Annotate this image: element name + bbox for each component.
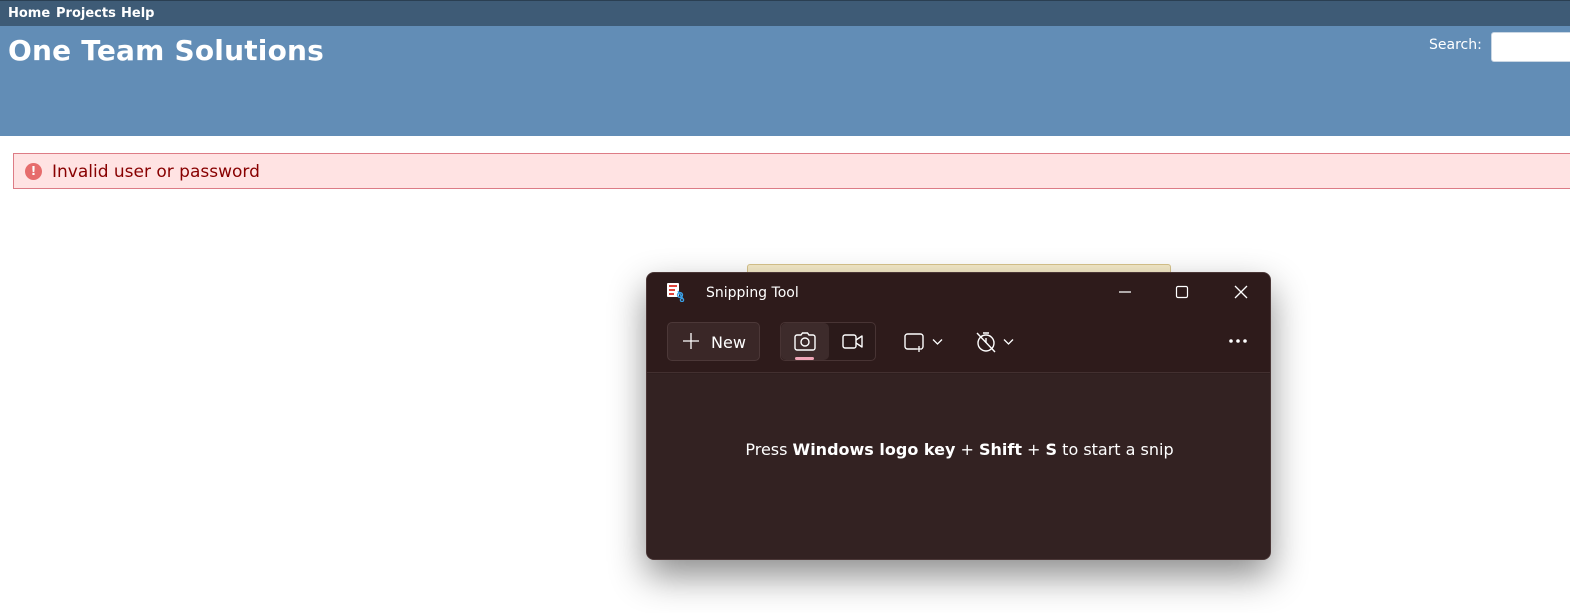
search-label: Search: (1429, 37, 1482, 53)
chevron-down-icon (932, 338, 943, 345)
site-title: One Team Solutions (8, 34, 325, 67)
video-icon (842, 334, 863, 349)
hint-key-s: S (1045, 440, 1058, 459)
site-header: One Team Solutions Search: (0, 26, 1570, 136)
more-icon (1229, 339, 1247, 343)
error-flash: ! Invalid user or password (13, 153, 1570, 189)
snip-mode-dropdown[interactable] (904, 322, 948, 361)
hint-key-shift: Shift (978, 440, 1022, 459)
plus-icon (683, 333, 699, 349)
snip-hint: Press Windows logo key + Shift + S to st… (647, 440, 1270, 459)
nav-home-link[interactable]: Home (8, 6, 50, 21)
app-icon (667, 283, 685, 302)
minimize-button[interactable] (1096, 273, 1154, 311)
active-mode-indicator (795, 357, 814, 360)
hint-prefix: Press (745, 440, 793, 459)
window-title: Snipping Tool (706, 285, 799, 301)
new-label: New (711, 333, 746, 352)
close-button[interactable] (1212, 273, 1270, 311)
maximize-icon (1175, 285, 1189, 299)
nav-projects-link[interactable]: Projects (56, 6, 116, 21)
nav-help-link[interactable]: Help (121, 6, 154, 21)
close-icon (1234, 285, 1248, 299)
error-icon: ! (25, 163, 42, 180)
error-message: Invalid user or password (52, 162, 260, 182)
window-titlebar[interactable]: Snipping Tool (647, 273, 1270, 313)
search-input[interactable] (1491, 32, 1570, 62)
more-options-button[interactable] (1221, 331, 1255, 351)
timer-off-icon (976, 331, 996, 352)
minimize-icon (1119, 291, 1131, 293)
snip-canvas-area: Press Windows logo key + Shift + S to st… (647, 374, 1270, 559)
camera-icon (794, 332, 816, 351)
maximize-button[interactable] (1153, 273, 1211, 311)
hint-key-windows: Windows logo key (792, 440, 956, 459)
video-mode-button[interactable] (829, 323, 877, 360)
rectangle-snip-icon (904, 332, 924, 352)
top-nav: Home Projects Help (0, 0, 1570, 26)
new-snip-button[interactable]: New (667, 322, 760, 361)
snipping-tool-window: Snipping Tool New Press Windows logo key… (646, 272, 1271, 560)
hint-plus: + (1021, 440, 1046, 459)
snip-toolbar: New (647, 313, 1270, 373)
delay-dropdown[interactable] (975, 322, 1019, 361)
hint-plus: + (955, 440, 979, 459)
chevron-down-icon (1003, 338, 1014, 345)
hint-suffix: to start a snip (1057, 440, 1174, 459)
screenshot-mode-button[interactable] (781, 323, 829, 360)
capture-mode-toggle (780, 322, 876, 361)
